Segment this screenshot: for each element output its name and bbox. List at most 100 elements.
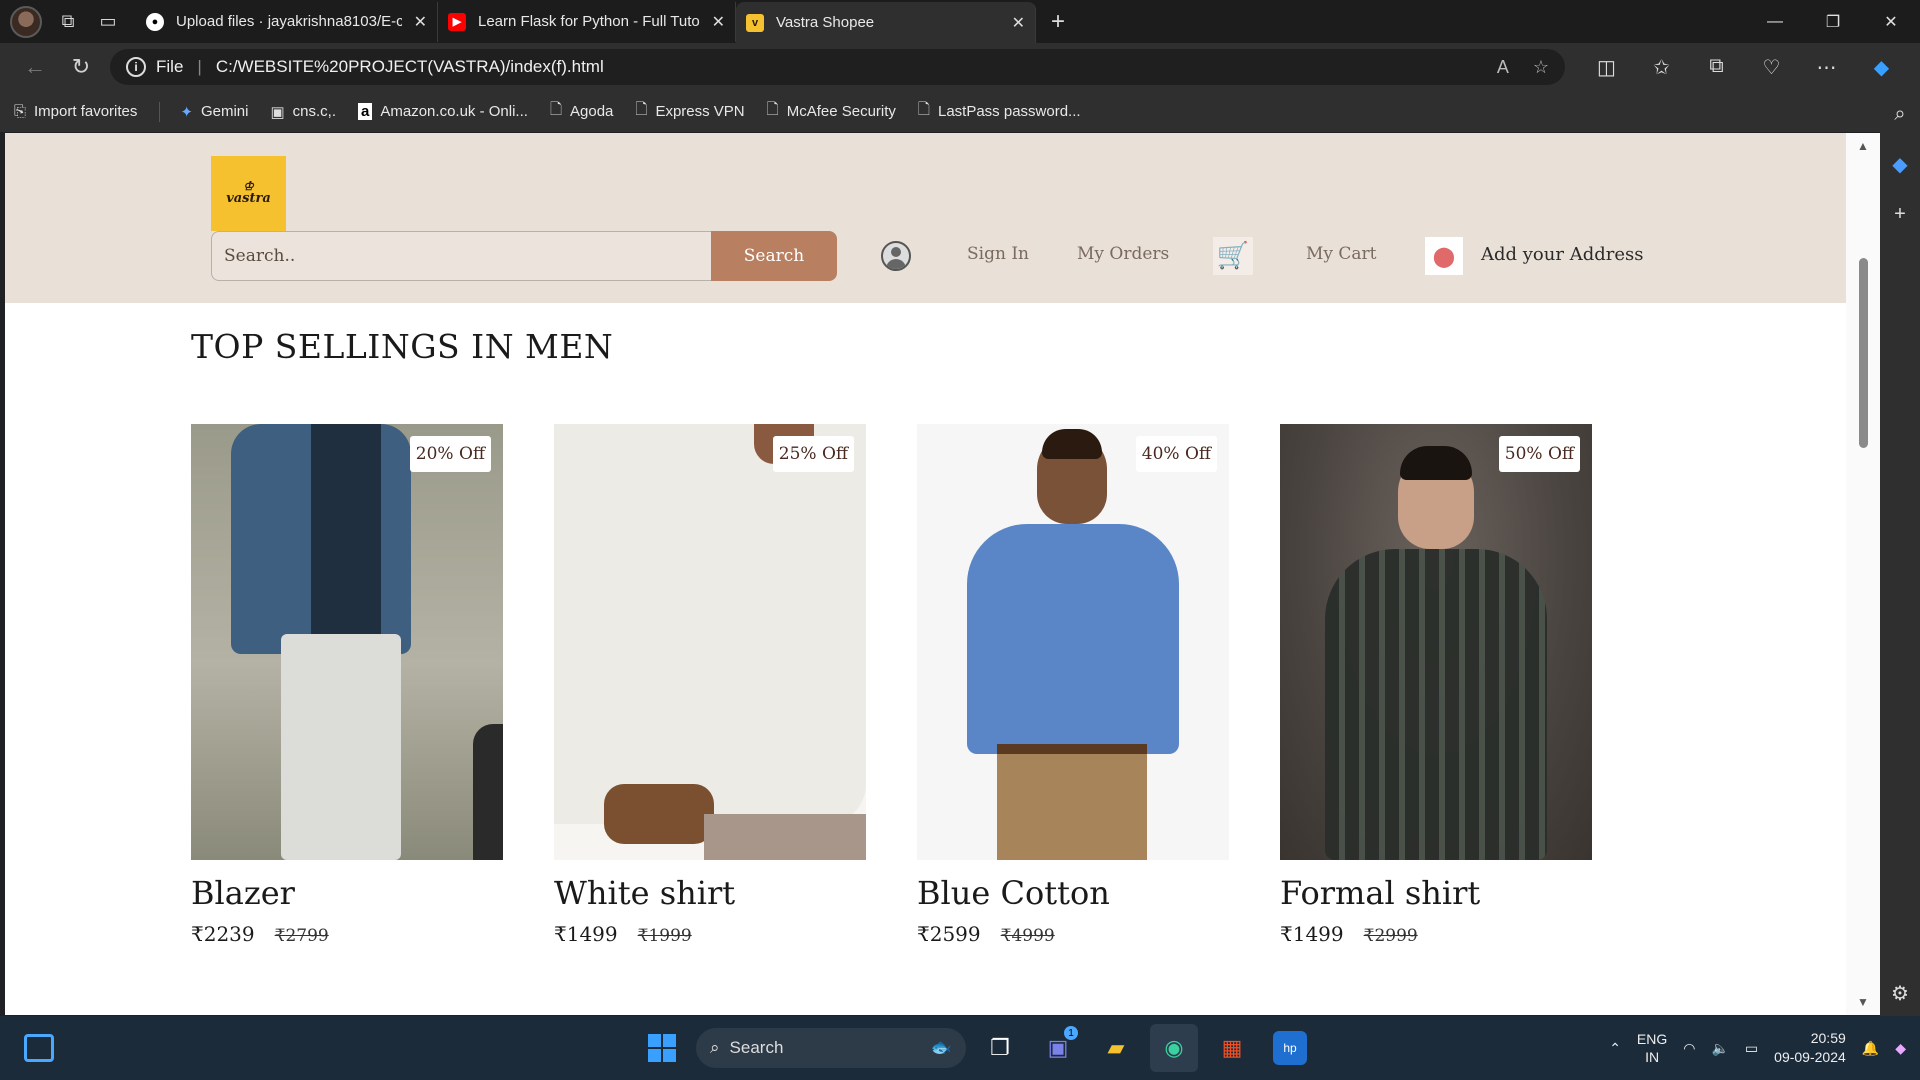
file-explorer-icon[interactable]: ▰ (1092, 1024, 1140, 1072)
tab-flask-tutorial[interactable]: ▶ Learn Flask for Python - Full Tutor ✕ (438, 1, 736, 42)
add-address-link[interactable]: Add your Address (1481, 244, 1643, 265)
start-button[interactable] (638, 1024, 686, 1072)
cart-icon[interactable]: 🛒 (1213, 237, 1253, 275)
battery-icon[interactable]: ▭ (1745, 1040, 1758, 1057)
shopping-tag-icon[interactable]: ◆ (1892, 152, 1907, 177)
discount-badge: 50% Off (1498, 436, 1580, 472)
search-input[interactable] (211, 231, 711, 281)
vertical-tabs-icon[interactable]: ▭ (88, 2, 128, 42)
product-name[interactable]: White shirt (554, 874, 866, 912)
fav-cns[interactable]: ▣ cns.c,. (270, 103, 336, 121)
product-card-blazer[interactable]: 20% Off Blazer ₹2239 ₹2799 (191, 424, 503, 946)
show-hidden-icons-icon[interactable]: ⌃ (1609, 1040, 1621, 1057)
info-icon[interactable]: i (126, 57, 146, 77)
omnibox-actions: A ☆ (1497, 57, 1549, 78)
search-icon[interactable]: ⌕ (1894, 103, 1905, 126)
fav-label: LastPass password... (937, 103, 1081, 120)
vastra-logo[interactable]: ♔ vastra (211, 156, 286, 231)
notification-badge: 1 (1064, 1026, 1078, 1040)
copilot-taskbar-icon[interactable]: ◆ (1895, 1040, 1906, 1057)
fav-gemini[interactable]: ✦ Gemini (180, 103, 248, 121)
new-tab-icon[interactable]: + (1036, 8, 1080, 36)
fav-agoda[interactable]: 🗋 Agoda (550, 99, 613, 124)
address-bar[interactable]: i File | C:/WEBSITE%20PROJECT(VASTRA)/in… (110, 49, 1565, 85)
sign-in-link[interactable]: Sign In (967, 244, 1029, 264)
vastra-icon: v (746, 13, 764, 32)
collections-icon[interactable]: ⧉ (1689, 55, 1744, 80)
microsoft-store-icon[interactable]: ▦ (1208, 1024, 1256, 1072)
original-price: ₹2999 (1363, 926, 1418, 946)
section-title: TOP SELLINGS IN MEN (191, 327, 614, 366)
clock[interactable]: 20:59 09-09-2024 (1774, 1029, 1846, 1067)
product-card-blue-cotton[interactable]: 40% Off Blue Cotton ₹2599 ₹4999 (917, 424, 1229, 946)
close-tab-icon[interactable]: ✕ (712, 12, 725, 32)
split-screen-icon[interactable]: ◫ (1579, 55, 1634, 80)
copilot-icon[interactable]: ◆ (1854, 55, 1909, 80)
gemini-icon: ✦ (180, 103, 193, 121)
my-orders-link[interactable]: My Orders (1077, 244, 1169, 264)
back-arrow-icon[interactable]: ← (12, 47, 58, 87)
sidebar-settings-icon[interactable]: ⚙ (1891, 981, 1909, 1006)
task-view-icon[interactable]: ❐ (976, 1024, 1024, 1072)
scroll-up-icon[interactable]: ▲ (1857, 139, 1869, 153)
profile-avatar[interactable] (10, 5, 42, 38)
add-sidebar-app-icon[interactable]: + (1894, 203, 1906, 226)
close-tab-icon[interactable]: ✕ (414, 12, 427, 32)
fav-amazon[interactable]: a Amazon.co.uk - Onli... (358, 103, 528, 120)
product-price: ₹1499 (554, 922, 618, 946)
favorites-icon[interactable]: ✩ (1634, 55, 1689, 80)
github-icon: ● (146, 12, 164, 31)
volume-icon[interactable]: 🔈 (1711, 1040, 1728, 1057)
scroll-down-icon[interactable]: ▼ (1857, 995, 1869, 1009)
fav-express-vpn[interactable]: 🗋 Express VPN (635, 99, 744, 124)
product-name[interactable]: Blue Cotton (917, 874, 1229, 912)
product-image[interactable]: 40% Off (917, 424, 1229, 860)
fav-lastpass[interactable]: 🗋 LastPass password... (918, 99, 1081, 124)
workspaces-icon[interactable]: ⧉ (48, 2, 88, 42)
hp-app-icon[interactable]: hp (1273, 1031, 1307, 1065)
region-code: IN (1645, 1049, 1660, 1065)
product-image[interactable]: 20% Off (191, 424, 503, 860)
logo-text: vastra (226, 191, 271, 206)
product-card-white-shirt[interactable]: 25% Off White shirt ₹1499 ₹1999 (554, 424, 866, 946)
discount-badge: 40% Off (1135, 436, 1217, 472)
minimize-icon[interactable]: — (1746, 0, 1804, 43)
youtube-icon: ▶ (448, 12, 466, 31)
more-options-icon[interactable]: ⋯ (1799, 55, 1854, 80)
my-cart-link[interactable]: My Cart (1306, 244, 1377, 264)
close-tab-icon[interactable]: ✕ (1012, 13, 1025, 33)
search-bar: Search (211, 231, 841, 281)
edge-browser-icon[interactable]: ◉ (1150, 1024, 1198, 1072)
user-account-icon[interactable] (881, 241, 911, 271)
product-image[interactable]: 25% Off (554, 424, 866, 860)
read-aloud-icon[interactable]: A (1497, 57, 1509, 78)
fav-import-favorites[interactable]: ⎘ Import favorites (14, 103, 137, 120)
wifi-icon[interactable]: ◠ (1683, 1040, 1695, 1057)
browser-essentials-icon[interactable]: ♡ (1744, 55, 1799, 80)
tab-title: Vastra Shopee (776, 14, 875, 31)
url-text[interactable]: C:/WEBSITE%20PROJECT(VASTRA)/index(f).ht… (216, 57, 604, 77)
product-name[interactable]: Formal shirt (1280, 874, 1592, 912)
tab-vastra-shopee[interactable]: v Vastra Shopee ✕ (736, 1, 1036, 44)
page-scrollbar[interactable]: ▲ ▼ (1846, 133, 1880, 1015)
refresh-icon[interactable]: ↻ (58, 47, 104, 87)
fav-mcafee[interactable]: 🗋 McAfee Security (767, 99, 896, 124)
location-pin-icon[interactable]: ⬤ (1425, 237, 1463, 275)
product-card-formal-shirt[interactable]: 50% Off Formal shirt ₹1499 ₹2999 (1280, 424, 1592, 946)
tab-github-upload[interactable]: ● Upload files · jayakrishna8103/E-c ✕ (136, 1, 438, 42)
system-tray: ⌃ ENG IN ◠ 🔈 ▭ 20:59 09-09-2024 🔔 ◆ (1609, 1016, 1920, 1080)
widgets-icon[interactable] (24, 1034, 54, 1062)
scrollbar-thumb[interactable] (1859, 258, 1868, 448)
taskbar-search[interactable]: ⌕ Search 🐟 (696, 1028, 966, 1068)
favorite-star-icon[interactable]: ☆ (1533, 57, 1549, 78)
notification-bell-icon[interactable]: 🔔 (1862, 1040, 1879, 1057)
teams-icon[interactable]: ▣ 1 (1034, 1024, 1082, 1072)
restore-icon[interactable]: ❐ (1804, 0, 1862, 43)
product-name[interactable]: Blazer (191, 874, 503, 912)
close-window-icon[interactable]: ✕ (1862, 0, 1920, 43)
language-indicator[interactable]: ENG IN (1637, 1030, 1667, 1066)
page-icon: 🗋 (635, 101, 648, 118)
search-button[interactable]: Search (711, 231, 837, 281)
product-image[interactable]: 50% Off (1280, 424, 1592, 860)
discount-badge: 25% Off (772, 436, 854, 472)
